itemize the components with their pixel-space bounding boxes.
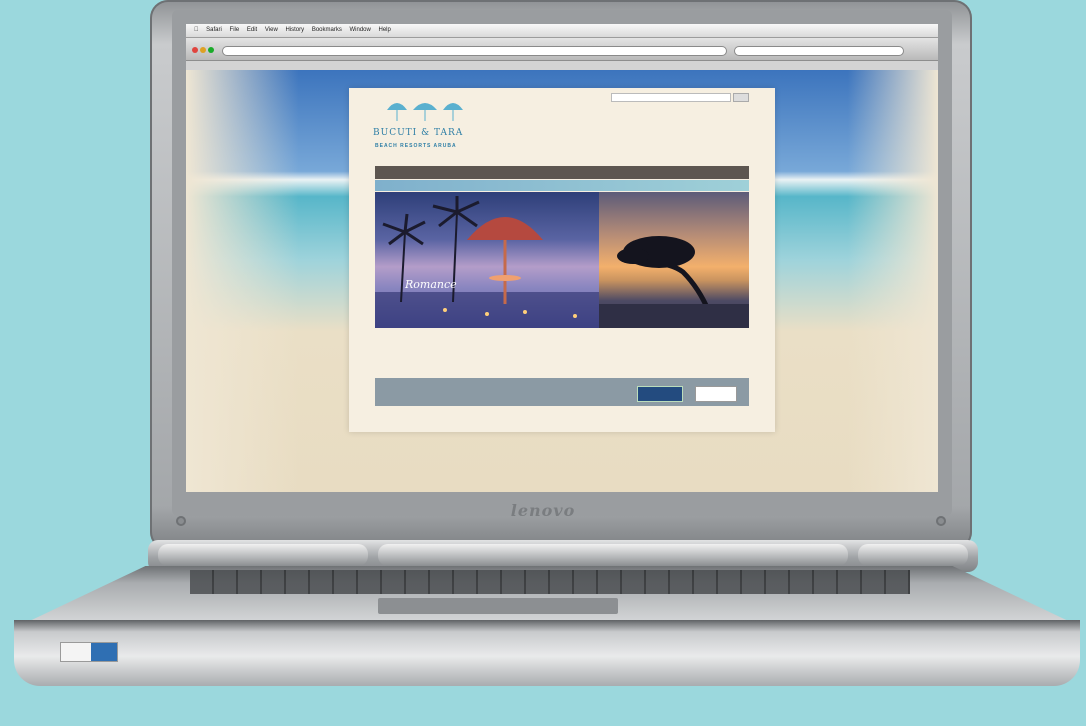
menu-file[interactable]: File [230,27,240,33]
hinge-right [858,544,968,566]
award-badge[interactable] [637,386,683,402]
browser-toolbar [186,38,938,61]
site-sub-nav [375,180,749,191]
menu-safari[interactable]: Safari [206,27,222,33]
menu-bookmarks[interactable]: Bookmarks [312,27,342,33]
promo-bar [375,378,749,406]
menu-help[interactable]: Help [379,27,391,33]
certification-badge[interactable] [695,386,737,402]
hinge-left [158,544,368,566]
apple-icon[interactable]:  [194,27,199,33]
site-search-input[interactable] [611,93,731,102]
divi-tree-icon [599,236,749,328]
hero-image-sunset-tree[interactable] [599,192,749,328]
laptop-brand-logo: lenovo [510,501,576,520]
umbrella-logo-icon [387,103,463,121]
touchpad [378,598,618,614]
intel-sticker-icon [60,642,118,662]
keyboard [190,570,910,594]
bezel-screw-left [176,516,186,526]
hero-romance-caption: Romance [405,278,457,291]
website-page: BUCUTI & TARA BEACH RESORTS ARUBA Romanc… [349,88,775,432]
laptop-base-front [14,620,1080,686]
mac-menubar:  Safari File Edit View History Bookmark… [186,24,938,38]
close-window-icon[interactable] [192,47,198,53]
laptop-screen:  Safari File Edit View History Bookmark… [186,24,938,492]
site-logo-subtitle: BEACH RESORTS ARUBA [375,143,457,149]
menu-window[interactable]: Window [350,27,371,33]
hero-image-romance[interactable]: Romance [375,192,599,328]
menu-edit[interactable]: Edit [247,27,257,33]
menu-history[interactable]: History [285,27,304,33]
menu-view[interactable]: View [265,27,278,33]
bezel-screw-right [936,516,946,526]
site-search-button[interactable] [733,93,749,102]
palm-umbrella-icon [375,196,599,328]
site-main-nav [375,166,749,179]
zoom-window-icon[interactable] [208,47,214,53]
address-bar[interactable] [222,46,727,56]
minimize-window-icon[interactable] [200,47,206,53]
site-logo-name[interactable]: BUCUTI & TARA [373,128,463,138]
browser-search-field[interactable] [734,46,904,56]
hinge-center [378,544,848,566]
